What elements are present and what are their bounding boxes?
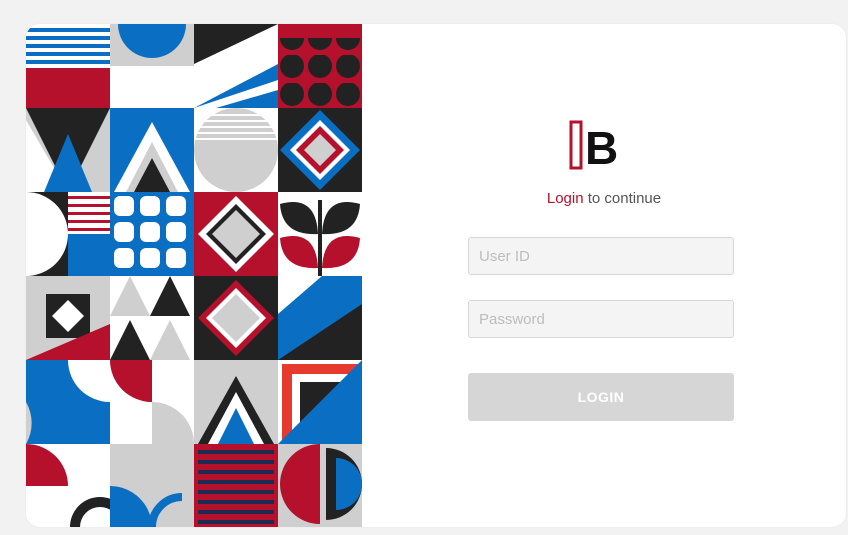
login-subtitle-accent: Login <box>546 190 584 207</box>
login-subtitle-rest: to continue <box>583 190 662 207</box>
geometric-pattern-illustration <box>26 24 362 527</box>
login-subtitle: Login to continue <box>362 190 846 207</box>
brand-logo: B <box>569 120 625 174</box>
user-id-input[interactable] <box>468 237 734 275</box>
password-input[interactable] <box>468 300 734 338</box>
login-button[interactable]: LOGIN <box>468 373 734 421</box>
login-panel: B Login to continue LOGIN <box>362 24 846 527</box>
logo-letter: B <box>585 122 618 170</box>
login-card: B Login to continue LOGIN <box>26 24 846 527</box>
